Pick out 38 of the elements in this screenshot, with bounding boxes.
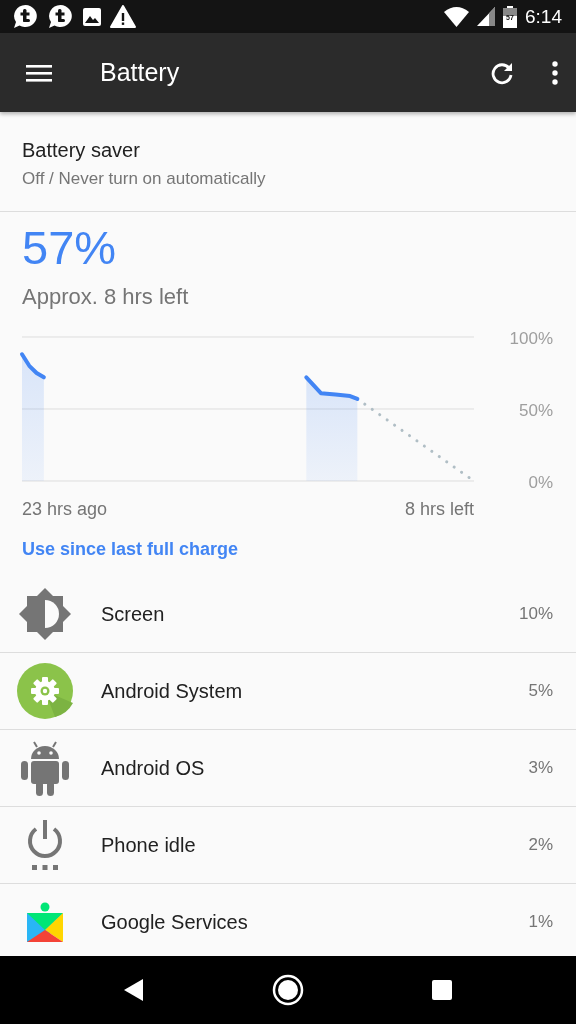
more-options-button[interactable] <box>552 60 558 85</box>
image-icon <box>82 6 102 27</box>
usage-percent: 3% <box>528 758 553 778</box>
scale-label: 50% <box>518 401 553 420</box>
clock-time: 6:14 <box>525 5 562 28</box>
warning-icon <box>110 5 136 28</box>
menu-button[interactable] <box>26 62 52 83</box>
setting-summary: Off / Never turn on automatically <box>22 169 267 189</box>
android-robot-icon <box>20 739 70 797</box>
app-name[interactable]: Android System <box>101 679 529 703</box>
usage-percent: 1% <box>528 912 553 932</box>
puzzle-piece-icon <box>25 902 65 942</box>
app-name[interactable]: Google Services <box>101 910 529 934</box>
scale-label: 0% <box>528 473 553 492</box>
wifi-icon <box>444 6 469 27</box>
usage-percent: 5% <box>528 681 553 701</box>
battery-percentage: 57% <box>22 222 118 274</box>
chat-bubble-icon <box>47 4 74 29</box>
app-name[interactable]: Android OS <box>101 756 529 780</box>
app-name[interactable]: Screen <box>101 602 519 626</box>
usage-percent: 10% <box>518 604 553 624</box>
axis-label: 8 hrs left <box>404 499 474 519</box>
back-button[interactable] <box>123 978 146 1002</box>
usage-percent: 2% <box>528 835 553 855</box>
screen-title: Battery <box>100 58 181 87</box>
battery-saver-setting[interactable]: Battery saver <box>22 139 554 162</box>
recents-button[interactable] <box>430 979 453 1001</box>
time-remaining: Approx. 8 hrs left <box>22 284 190 310</box>
app-name[interactable]: Phone idle <box>101 833 529 857</box>
axis-label: 23 hrs ago <box>22 499 108 519</box>
home-button[interactable] <box>272 974 304 1006</box>
brightness-icon <box>18 587 72 641</box>
gear-icon <box>17 663 73 719</box>
refresh-button[interactable] <box>490 60 514 85</box>
scale-label: 100% <box>509 329 553 348</box>
power-icon <box>25 819 65 871</box>
chat-bubble-icon <box>12 4 39 29</box>
signal-icon <box>477 7 495 26</box>
